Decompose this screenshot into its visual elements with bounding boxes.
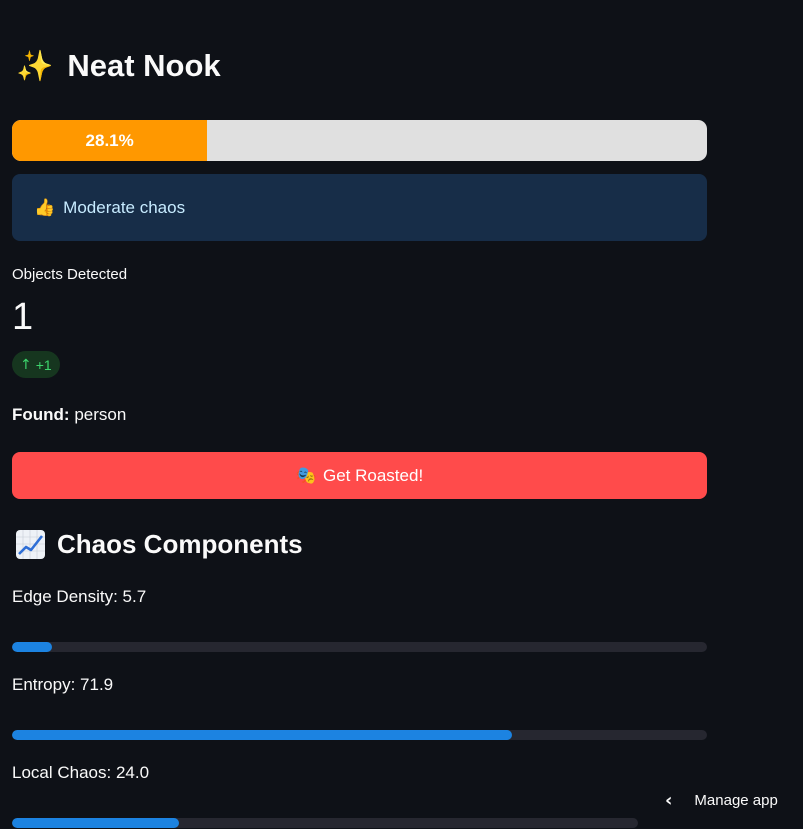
manage-app-button[interactable]: ‹ Manage app [665, 790, 778, 811]
performing-arts-icon: 🎭 [295, 465, 317, 486]
entropy-label: Entropy: 71.9 [12, 675, 114, 694]
local-chaos-bar [12, 818, 638, 828]
edge-density-label: Edge Density: 5.7 [12, 587, 147, 606]
status-text: Moderate chaos [63, 197, 186, 217]
chart-increasing-icon [16, 530, 45, 559]
chaos-components-heading: Chaos Components [16, 529, 303, 560]
found-label: Found: [12, 405, 70, 424]
chaos-score-label: 28.1% [85, 130, 134, 150]
status-info-box: 👍 Moderate chaos [12, 174, 707, 241]
page-title: ✨ Neat Nook [16, 48, 221, 84]
local-chaos-fill [12, 818, 179, 828]
get-roasted-label: Get Roasted! [323, 465, 424, 485]
chaos-score-fill: 28.1% [12, 120, 208, 161]
metric-delta-badge: ↑ +1 [12, 351, 60, 378]
local-chaos-label: Local Chaos: 24.0 [12, 763, 150, 782]
entropy-fill [12, 730, 512, 740]
found-objects: Found: person [12, 405, 126, 425]
metric-value: 1 [12, 296, 34, 338]
page-title-text: Neat Nook [67, 48, 221, 83]
found-value: person [74, 405, 127, 424]
thumbs-up-icon: 👍 [34, 197, 56, 218]
manage-app-label: Manage app [694, 792, 778, 809]
arrow-up-icon: ↑ [20, 356, 32, 373]
chevron-left-icon: ‹ [665, 790, 673, 811]
edge-density-bar [12, 642, 707, 652]
entropy-bar [12, 730, 707, 740]
edge-density-fill [12, 642, 52, 652]
get-roasted-button[interactable]: 🎭 Get Roasted! [12, 452, 707, 499]
metric-delta-text: +1 [35, 356, 52, 373]
chaos-components-title: Chaos Components [57, 529, 303, 559]
chaos-score-bar: 28.1% [12, 120, 707, 161]
sparkles-icon: ✨ [16, 48, 54, 84]
metric-label: Objects Detected [12, 266, 128, 283]
